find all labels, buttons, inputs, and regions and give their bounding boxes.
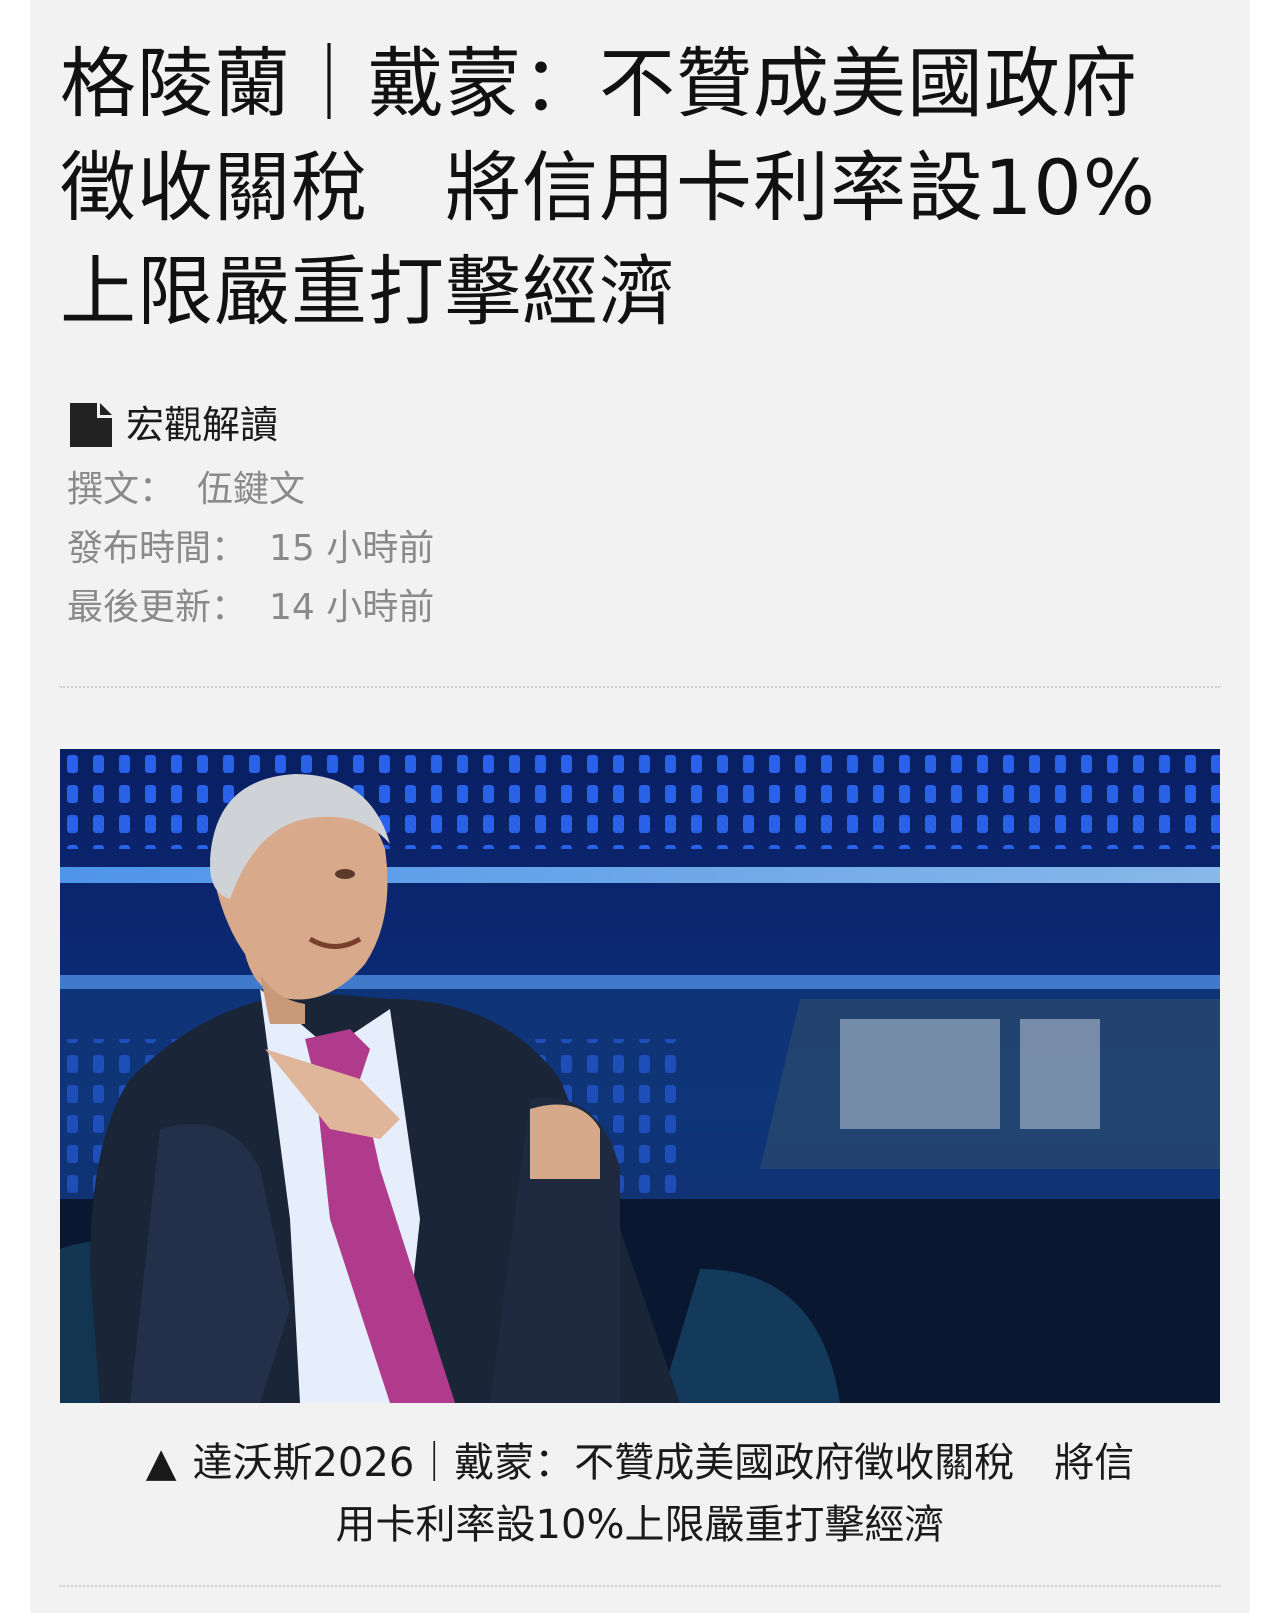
caption-text-1: 達沃斯2026｜戴蒙：不贊成美國政府徵收關稅 將信: [192, 1440, 1135, 1486]
updated-time: 14 小時前: [269, 587, 435, 628]
triangle-up-icon: ▲: [145, 1440, 177, 1486]
headline-line-2: 徵收關稅 將信用卡利率設10%: [60, 143, 1156, 232]
author-label: 撰文：: [67, 469, 176, 510]
updated-label: 最後更新：: [67, 587, 248, 628]
headline-line-1: 格陵蘭｜戴蒙：不贊成美國政府: [60, 39, 1138, 128]
divider: [60, 686, 1220, 688]
caption-line-1: ▲ 達沃斯2026｜戴蒙：不贊成美國政府徵收關稅 將信: [60, 1432, 1220, 1494]
category-label: 宏觀解讀: [126, 403, 279, 447]
document-icon: [70, 403, 112, 447]
published-row: 發布時間： 15 小時前: [67, 527, 434, 571]
category-link[interactable]: 宏觀解讀: [70, 402, 278, 448]
article-headline: 格陵蘭｜戴蒙：不贊成美國政府 徵收關稅 將信用卡利率設10% 上限嚴重打擊經濟: [60, 32, 1220, 344]
photo-caption: ▲ 達沃斯2026｜戴蒙：不贊成美國政府徵收關稅 將信 用卡利率設10%上限嚴重打…: [60, 1432, 1220, 1556]
published-time: 15 小時前: [269, 528, 435, 569]
caption-line-2: 用卡利率設10%上限嚴重打擊經濟: [335, 1502, 945, 1548]
updated-row: 最後更新： 14 小時前: [67, 586, 434, 630]
divider: [60, 1585, 1220, 1587]
headline-line-3: 上限嚴重打擊經濟: [60, 247, 676, 336]
author-name[interactable]: 伍鍵文: [197, 469, 305, 510]
author-row: 撰文： 伍鍵文: [67, 468, 305, 512]
published-label: 發布時間：: [67, 528, 248, 569]
article-card: 格陵蘭｜戴蒙：不贊成美國政府 徵收關稅 將信用卡利率設10% 上限嚴重打擊經濟 …: [30, 0, 1250, 1613]
article-photo[interactable]: [60, 749, 1220, 1403]
